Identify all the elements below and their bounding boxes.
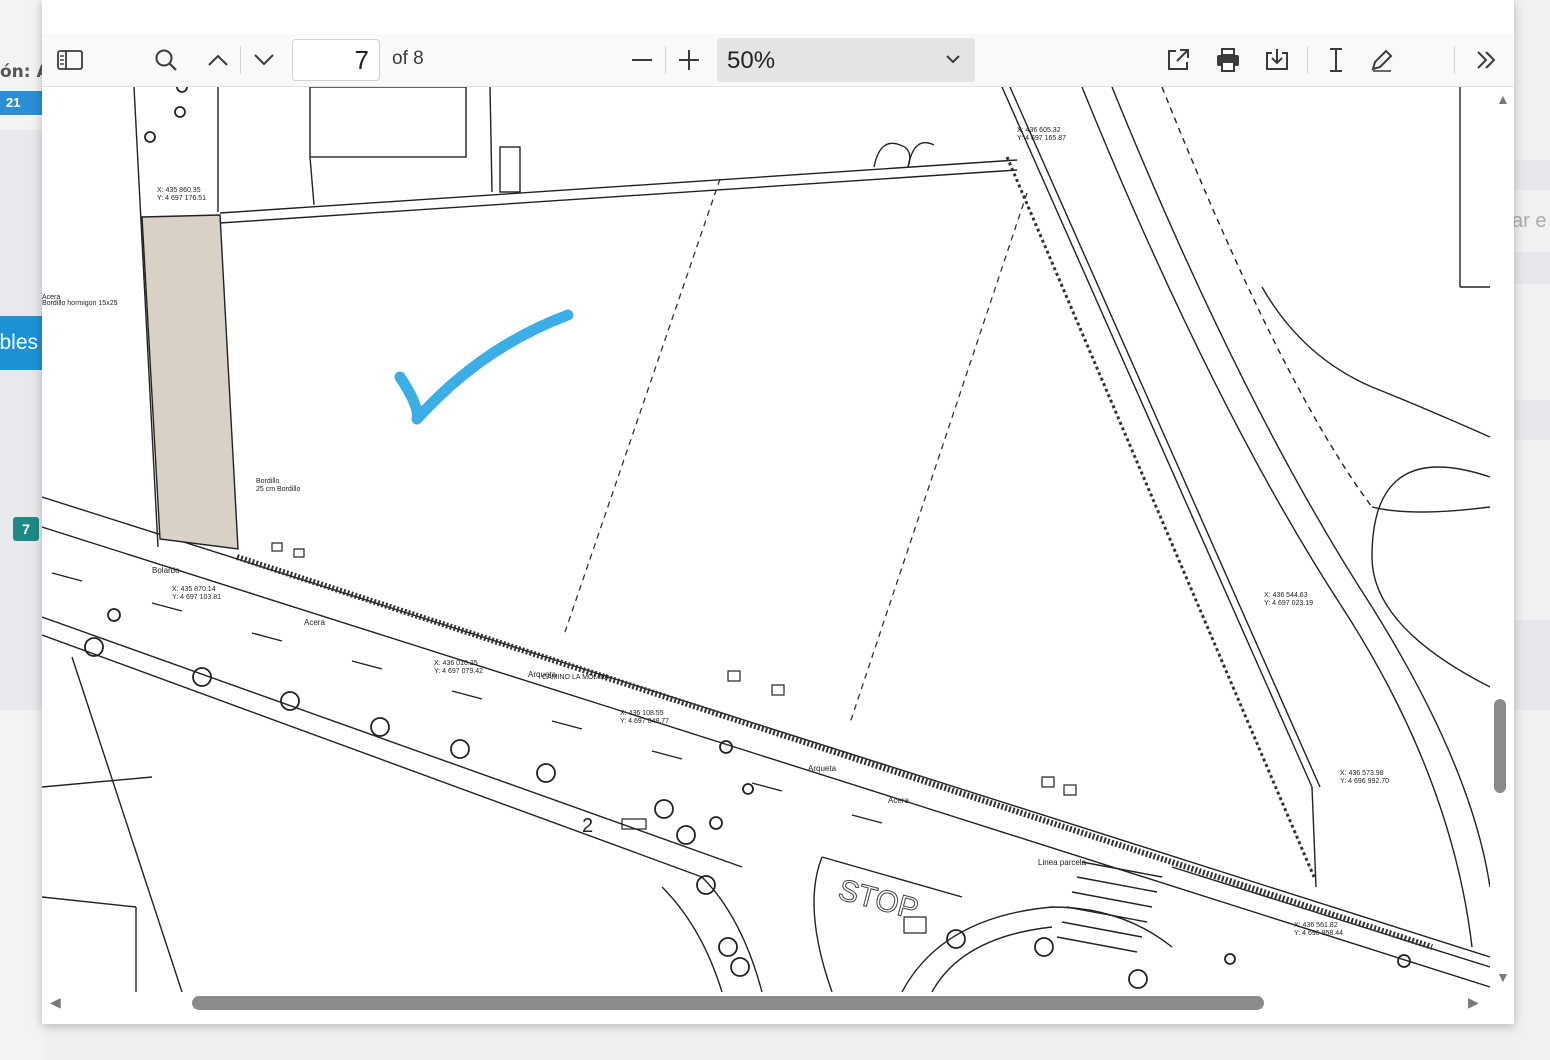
background-right-text: ar e: [1512, 210, 1547, 232]
svg-text:Bordillo hormigon 15x25: Bordillo hormigon 15x25: [42, 300, 118, 307]
svg-text:25 cm Bordillo: 25 cm Bordillo: [256, 486, 300, 493]
vertical-scroll-thumb[interactable]: [1494, 699, 1506, 793]
pdf-toolbar: 7 of 8 50%: [42, 34, 1514, 87]
double-chevron-right-icon[interactable]: [1470, 44, 1502, 76]
scroll-left-icon[interactable]: ◀: [50, 994, 61, 1011]
background-panel: [0, 130, 44, 710]
site-plan-drawing: X: 435 860.35 Y: 4 697 176.51 X: 436 605…: [42, 87, 1490, 992]
callout-acera-2: Acera: [888, 796, 909, 805]
page-count-label: of 8: [392, 48, 424, 69]
page-number-input[interactable]: 7: [292, 39, 380, 81]
pdf-page-canvas[interactable]: X: 435 860.35 Y: 4 697 176.51 X: 436 605…: [42, 87, 1490, 992]
print-icon[interactable]: [1212, 44, 1244, 76]
open-external-icon[interactable]: [1162, 44, 1194, 76]
svg-text:X: 436 010.25: X: 436 010.25: [434, 660, 478, 667]
svg-text:X: 435 870.14: X: 435 870.14: [172, 586, 216, 593]
svg-text:X: 436 108.55: X: 436 108.55: [620, 710, 664, 717]
svg-text:Bordillo: Bordillo: [256, 478, 279, 485]
download-icon[interactable]: [1261, 44, 1293, 76]
svg-text:Y: 4 697 165.87: Y: 4 697 165.87: [1017, 135, 1066, 142]
svg-text:X: 436 544.63: X: 436 544.63: [1264, 592, 1308, 599]
scroll-down-icon[interactable]: ▼: [1496, 969, 1510, 985]
background-tab-label: bles: [0, 331, 38, 354]
zoom-select[interactable]: 50%: [717, 38, 975, 82]
lane-number: 2: [582, 815, 593, 837]
svg-text:X: 436 561.82: X: 436 561.82: [1294, 922, 1338, 929]
svg-text:Y: 4 697 176.51: Y: 4 697 176.51: [157, 195, 206, 202]
svg-text:Y: 4 696 992.70: Y: 4 696 992.70: [1340, 778, 1389, 785]
svg-text:X: 436 605.32: X: 436 605.32: [1017, 127, 1061, 134]
zoom-in-icon[interactable]: [673, 44, 705, 76]
background-right-panel: [1514, 0, 1550, 1060]
zoom-out-icon[interactable]: [626, 44, 658, 76]
pdf-viewer: 7 of 8 50% X: 435 860.35 Y: 4 697 176.51…: [42, 0, 1514, 1024]
callout-acera: Acera: [304, 618, 325, 627]
svg-text:X: 435 860.35: X: 435 860.35: [157, 187, 201, 194]
sidebar-toggle-icon[interactable]: [54, 44, 86, 76]
horizontal-scrollbar[interactable]: ◀ ▶: [42, 992, 1514, 1016]
horizontal-scroll-thumb[interactable]: [192, 996, 1264, 1010]
svg-text:Y: 4 696 958.44: Y: 4 696 958.44: [1294, 930, 1343, 937]
search-icon[interactable]: [150, 44, 182, 76]
svg-text:Y: 4 697 048.77: Y: 4 697 048.77: [620, 718, 669, 725]
callout-arqueta-2: Arqueta: [808, 764, 837, 773]
checkmark-annotation: [394, 309, 574, 425]
zoom-value: 50%: [727, 47, 776, 74]
callout-arqueta-1: Arqueta: [528, 670, 557, 679]
svg-text:X: 436 573.98: X: 436 573.98: [1340, 770, 1384, 777]
chevron-down-icon[interactable]: [248, 44, 280, 76]
svg-text:Y: 4 697 079.42: Y: 4 697 079.42: [434, 668, 483, 675]
svg-text:Y: 4 697 103.81: Y: 4 697 103.81: [172, 594, 221, 601]
callout-linea-parcela: Linea parcela: [1038, 858, 1087, 867]
svg-text:Y: 4 697 023.19: Y: 4 697 023.19: [1264, 600, 1313, 607]
chevron-up-icon[interactable]: [202, 44, 234, 76]
callout-bolardo: Bolardo: [152, 566, 180, 575]
chevron-down-icon: [945, 52, 961, 70]
background-tab[interactable]: bles: [0, 316, 44, 370]
vertical-scrollbar[interactable]: ▲ ▼: [1490, 87, 1514, 992]
scroll-right-icon[interactable]: ▶: [1468, 994, 1479, 1011]
background-date-badge: 21: [0, 91, 44, 115]
draw-pen-icon[interactable]: [1366, 44, 1398, 76]
background-count-badge: 7: [13, 517, 39, 541]
text-cursor-icon[interactable]: [1320, 44, 1352, 76]
scroll-up-icon[interactable]: ▲: [1496, 91, 1510, 107]
